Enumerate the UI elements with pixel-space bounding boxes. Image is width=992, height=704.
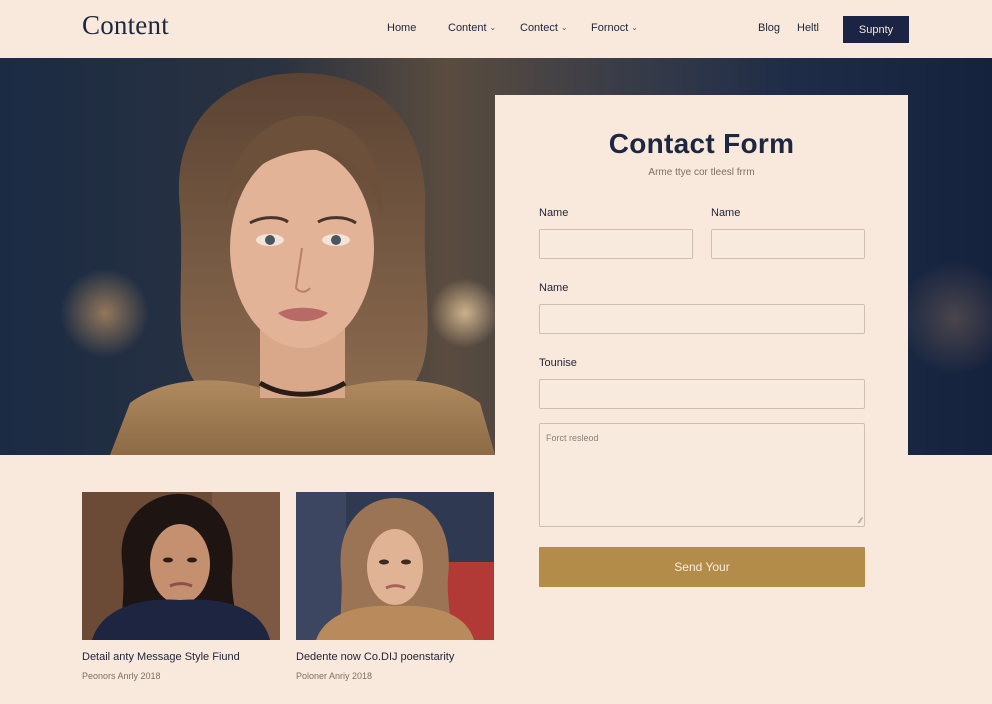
form-title: Contact Form [608, 128, 795, 159]
nav-content[interactable]: Content ⌄ [448, 22, 496, 34]
site-logo[interactable]: Content [82, 10, 169, 41]
card-portrait-image [82, 492, 280, 640]
name-input-2[interactable] [711, 229, 865, 259]
tounise-label: Tounise [539, 357, 577, 369]
nav-content-label: Content [448, 22, 487, 34]
nav-home-label: Home [387, 22, 417, 34]
form-subtitle: Arme ttye cor tleesl frrm [648, 167, 755, 178]
chevron-down-icon: ⌄ [560, 22, 568, 32]
nav-blog-label: Blog [758, 22, 781, 34]
hero-portrait-image [110, 73, 495, 455]
nav-home[interactable]: Home [387, 22, 416, 34]
card-portrait-image [296, 492, 494, 640]
chevron-down-icon: ⌄ [631, 22, 638, 32]
site-header: Content Home Content ⌄ Contect ⌄ Fornoct… [0, 0, 992, 58]
name-input-3[interactable] [539, 304, 865, 334]
card-image[interactable] [296, 492, 494, 640]
nav-help-label: Heltl [797, 22, 820, 34]
name-label-3: Name [539, 282, 569, 294]
tounise-input[interactable] [539, 379, 865, 409]
send-button[interactable]: Send Your [539, 547, 865, 587]
card-image[interactable] [82, 492, 280, 640]
bokeh-light [900, 258, 992, 378]
nav-help[interactable]: Heltl [797, 22, 819, 34]
nav-fornoct-label: Fornoct [591, 22, 629, 34]
card-meta-2: Poloner Anriy 2018 [296, 671, 373, 681]
header-cta-button[interactable]: Supnty [843, 16, 909, 43]
card-meta-1: Peonors Anrly 2018 [82, 671, 161, 681]
name-input-1[interactable] [539, 229, 693, 259]
message-textarea[interactable]: Forct resleod ∕∕ [539, 423, 865, 527]
chevron-down-icon: ⌄ [489, 22, 497, 32]
name-label-1: Name [539, 207, 569, 219]
card-title-2[interactable]: Dedente now Co.DIJ poenstarity [296, 651, 454, 663]
nav-contect-label: Contect [520, 22, 558, 34]
nav-blog[interactable]: Blog [758, 22, 780, 34]
nav-fornoct[interactable]: Fornoct ⌄ [591, 22, 638, 34]
nav-contect[interactable]: Contect ⌄ [520, 22, 568, 34]
name-label-2: Name [711, 207, 741, 219]
resize-handle-icon[interactable]: ∕∕ [859, 516, 862, 525]
textarea-placeholder: Forct resleod [546, 433, 599, 443]
card-title-1[interactable]: Detail anty Message Style Fiund [82, 651, 240, 663]
